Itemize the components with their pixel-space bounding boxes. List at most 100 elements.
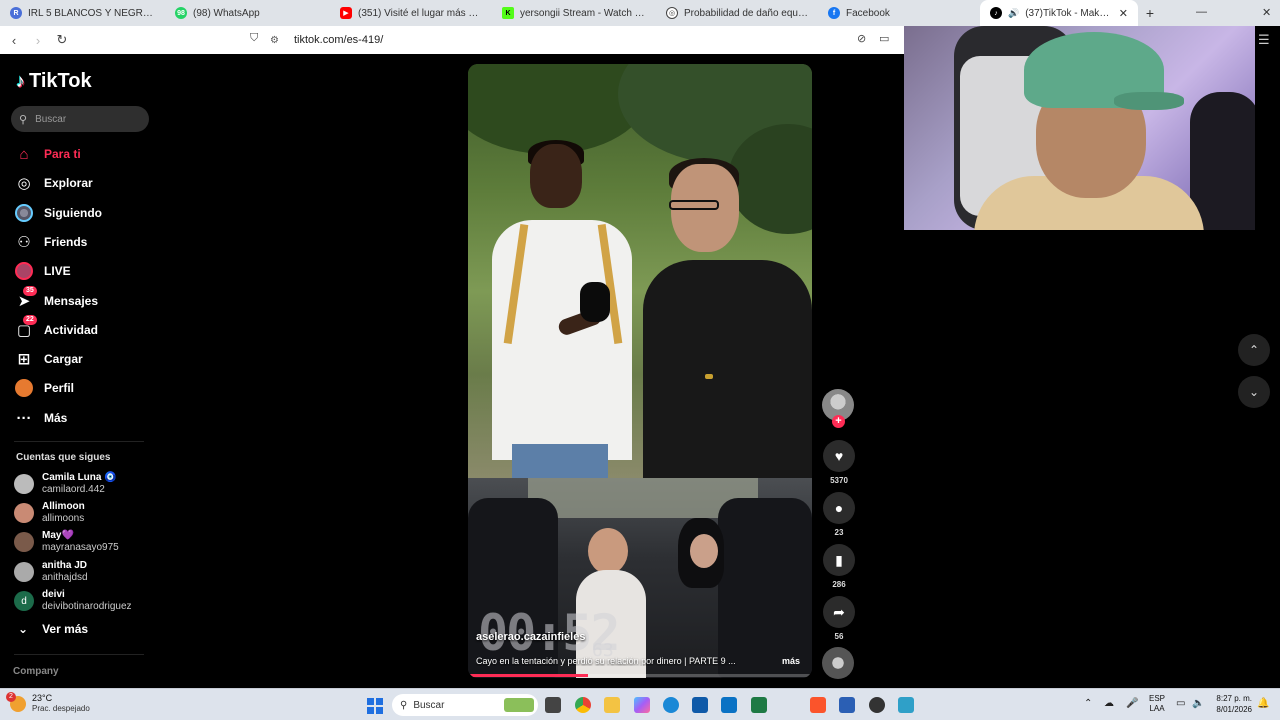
search-box[interactable]: ⚲ — [11, 106, 149, 132]
nav-explorar[interactable]: ◎ Explorar — [14, 171, 93, 195]
forward-icon[interactable]: › — [28, 30, 48, 50]
store-icon[interactable] — [692, 697, 708, 713]
profile-icon — [14, 378, 34, 398]
tab-youtube[interactable]: ▶ (351) Visité el lugar más ÉPICO de la — [330, 0, 492, 26]
task-view-icon[interactable] — [545, 697, 561, 713]
nav-friends[interactable]: ⚇ Friends — [14, 230, 87, 254]
bookmark-icon[interactable]: ⛉ — [250, 32, 258, 45]
interviewer-figure — [488, 140, 638, 484]
word-icon[interactable] — [839, 697, 855, 713]
tab-kick[interactable]: K yersongii Stream - Watch Live on Ki — [492, 0, 656, 26]
see-more-label: Ver más — [42, 622, 89, 636]
nav-siguiendo[interactable]: Siguiendo — [14, 201, 102, 225]
avatar — [14, 474, 34, 494]
notifications-icon[interactable]: 🔔 — [1257, 698, 1269, 709]
nav-label: Explorar — [44, 176, 93, 190]
following-account[interactable]: Allimoon allimoons — [14, 501, 85, 525]
comment-button[interactable]: ● — [823, 492, 855, 524]
copilot-icon[interactable] — [634, 697, 650, 713]
tab-title: (351) Visité el lugar más ÉPICO de la — [358, 7, 482, 19]
nav-label: Actividad — [44, 323, 99, 337]
back-icon[interactable]: ‹ — [4, 30, 24, 50]
music-disc-icon[interactable] — [822, 647, 854, 679]
close-window-icon[interactable]: ✕ — [1262, 6, 1271, 19]
nav-mas[interactable]: ··· Más — [14, 406, 68, 430]
taskbar-search[interactable]: ⚲ Buscar — [392, 694, 538, 716]
like-button[interactable]: ♥ — [823, 440, 855, 472]
nav-cargar[interactable]: ⊞ Cargar — [14, 347, 83, 371]
share-button[interactable]: ➦ — [823, 596, 855, 628]
system-clock[interactable]: 8:27 p. m. 8/01/2026 — [1212, 693, 1252, 715]
tab-irl[interactable]: R IRL 5 BLANCOS Y NEGROS CARNAB — [0, 0, 165, 26]
new-tab-button[interactable]: + — [1138, 0, 1162, 26]
description-more-link[interactable]: más — [782, 656, 800, 666]
tab-title: IRL 5 BLANCOS Y NEGROS CARNAB — [28, 7, 155, 19]
network-icon[interactable]: ▭ — [1176, 698, 1185, 709]
minimize-icon[interactable]: — — [1196, 6, 1207, 18]
comment-count: 23 — [834, 528, 844, 537]
tab-whatsapp[interactable]: 98 (98) WhatsApp — [165, 0, 330, 26]
excel-icon[interactable] — [751, 697, 767, 713]
video-player[interactable]: 00:52 63 aselerao.cazainfieles Cayo en l… — [468, 64, 812, 678]
company-link[interactable]: Company — [13, 666, 59, 677]
home-icon: ⌂ — [19, 145, 29, 163]
see-more-button[interactable]: ⌄ Ver más — [18, 622, 88, 636]
language-indicator[interactable]: ESP LAA — [1147, 694, 1167, 714]
search-highlight-icon — [504, 698, 534, 712]
avatar — [14, 562, 34, 582]
chrome-icon[interactable] — [575, 697, 591, 713]
tab-facebook[interactable]: f Facebook — [818, 0, 980, 26]
nav-label: LIVE — [44, 264, 71, 278]
brave-icon[interactable] — [810, 697, 826, 713]
tray-chevron-up-icon[interactable]: ⌃ — [1084, 698, 1092, 709]
nav-para-ti[interactable]: ⌂ Para ti — [14, 142, 80, 166]
nav-mensajes[interactable]: ➤ 35 Mensajes — [14, 286, 98, 313]
nav-perfil[interactable]: Perfil — [14, 376, 74, 400]
edge-icon[interactable] — [663, 697, 679, 713]
microphone-icon[interactable]: 🎤 — [1126, 698, 1138, 709]
onedrive-icon[interactable]: ☁ — [1104, 698, 1114, 709]
following-account[interactable]: Camila Luna 🧿 camilaord.442 — [14, 472, 117, 496]
windows-start-icon[interactable] — [367, 698, 383, 714]
save-button[interactable]: ▮ — [823, 544, 855, 576]
search-input[interactable] — [35, 113, 136, 125]
temperature: 23°C — [32, 693, 53, 703]
close-icon[interactable]: ✕ — [1119, 7, 1128, 20]
follow-plus-icon[interactable]: + — [832, 415, 845, 428]
cast-icon[interactable]: ▭ — [879, 32, 889, 45]
more-icon: ··· — [16, 409, 32, 427]
obs-icon[interactable] — [869, 697, 885, 713]
previous-video-button[interactable]: ⌃ — [1238, 334, 1270, 366]
account-username: deivibotinarodriguez — [42, 601, 132, 612]
taskbar-search-label: Buscar — [413, 699, 445, 711]
file-explorer-icon[interactable] — [604, 697, 620, 713]
weather-condition: Prac. despejado — [32, 704, 90, 713]
notepad-icon[interactable] — [898, 697, 914, 713]
nav-label: Más — [44, 411, 68, 425]
video-author[interactable]: aselerao.cazainfieles — [476, 631, 585, 643]
no-camera-icon[interactable]: ⊘ — [857, 32, 866, 45]
video-progress-bar[interactable] — [468, 674, 812, 677]
menu-icon[interactable]: ☰ — [1258, 32, 1270, 48]
site-info-icon[interactable]: ⚙ — [270, 35, 284, 46]
url-text: tiktok.com/es-419/ — [294, 34, 384, 46]
outlook-icon[interactable] — [721, 697, 737, 713]
tab-probability[interactable]: ◎ Probabilidad de daño equipo — [656, 0, 818, 26]
tiktok-logo[interactable]: ♪ TikTok — [16, 70, 92, 93]
nav-live[interactable]: LIVE — [14, 259, 71, 283]
next-video-button[interactable]: ⌄ — [1238, 376, 1270, 408]
following-account[interactable]: anitha JD anithajdsd — [14, 560, 88, 584]
account-name: May💜 — [42, 530, 74, 541]
facebook-icon: f — [828, 7, 840, 19]
reload-icon[interactable]: ↻ — [52, 30, 72, 50]
tab-tiktok[interactable]: ♪ 🔊 (37)TikTok - Make Your Day ✕ — [980, 0, 1138, 26]
url-field[interactable]: ⚙ tiktok.com/es-419/ — [270, 30, 900, 50]
following-account[interactable]: d deivi deivibotinarodriguez — [14, 589, 132, 613]
account-name: Allimoon — [42, 501, 85, 512]
nav-actividad[interactable]: ▢ 22 Actividad — [14, 315, 99, 342]
volume-icon[interactable]: 🔈 — [1192, 698, 1204, 709]
weather-widget[interactable]: 2 23°C Prac. despejado — [6, 691, 90, 714]
interviewee-figure — [643, 158, 812, 490]
weather-icon: 2 — [6, 691, 26, 712]
following-account[interactable]: May💜 mayranasayo975 — [14, 530, 119, 554]
